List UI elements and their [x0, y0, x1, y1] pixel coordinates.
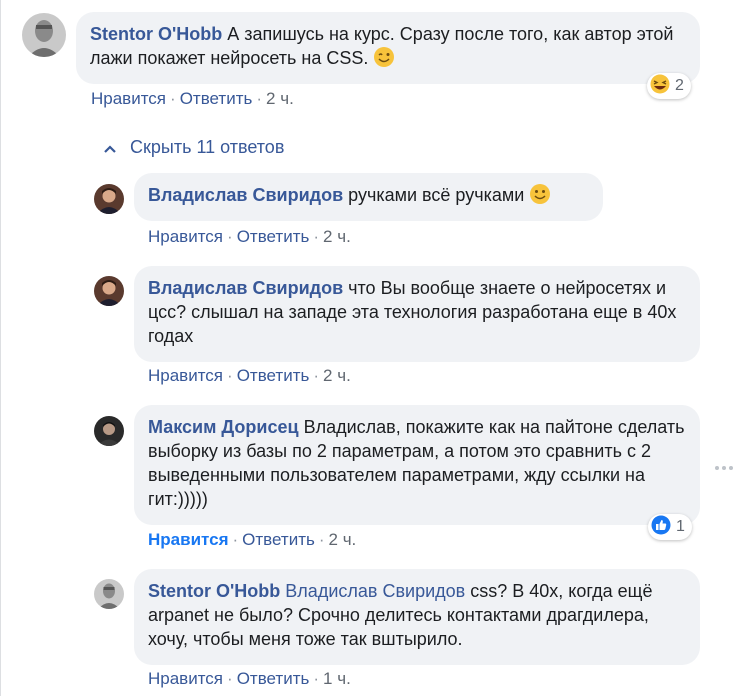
like-link[interactable]: Нравится — [148, 669, 223, 688]
comment-bubble: Stentor O'Hobb А запишусь на курс. Сразу… — [76, 12, 700, 84]
timestamp[interactable]: 2 ч. — [323, 227, 351, 246]
mention-link[interactable]: Владислав Свиридов — [285, 581, 465, 601]
more-options-icon[interactable] — [714, 458, 734, 476]
timestamp[interactable]: 1 ч. — [323, 669, 351, 688]
like-link[interactable]: Нравится — [148, 366, 223, 385]
avatar[interactable] — [94, 276, 124, 306]
comment-actions: Нравится · Ответить · 2 ч. — [148, 530, 357, 549]
wink-emoji-icon — [373, 46, 395, 74]
like-link[interactable]: Нравится — [148, 227, 223, 246]
avatar[interactable] — [22, 13, 66, 57]
comment-author[interactable]: Владислав Свиридов — [148, 185, 343, 205]
comment-actions: Нравится · Ответить · 2 ч. — [148, 366, 351, 385]
timestamp[interactable]: 2 ч. — [323, 366, 351, 385]
comment-author[interactable]: Stentor O'Hobb — [148, 581, 280, 601]
hide-replies-label: Скрыть 11 ответов — [130, 137, 285, 157]
avatar[interactable] — [94, 184, 124, 214]
comment-actions: Нравится · Ответить · 2 ч. — [91, 89, 294, 108]
reaction-badge[interactable]: 2 — [647, 73, 691, 99]
like-link[interactable]: Нравится — [148, 530, 229, 549]
reaction-count: 1 — [676, 518, 685, 535]
reaction-count: 2 — [675, 77, 684, 94]
timestamp[interactable]: 2 ч. — [329, 530, 357, 549]
reply-link[interactable]: Ответить — [180, 89, 253, 108]
timestamp[interactable]: 2 ч. — [266, 89, 294, 108]
reply-link[interactable]: Ответить — [242, 530, 315, 549]
reaction-badge[interactable]: 1 — [648, 514, 692, 540]
laughing-emoji-icon — [650, 74, 670, 99]
comment-actions: Нравится · Ответить · 2 ч. — [148, 227, 351, 246]
smile-emoji-icon — [529, 183, 551, 211]
comment-bubble: Владислав Свиридов что Вы вообще знаете … — [134, 266, 700, 362]
avatar[interactable] — [94, 579, 124, 609]
reply-link[interactable]: Ответить — [237, 669, 310, 688]
comment-author[interactable]: Максим Дорисец — [148, 417, 299, 437]
hide-replies-link[interactable]: Скрыть 11 ответов — [104, 137, 284, 158]
comment-bubble: Stentor O'Hobb Владислав Свиридов css? В… — [134, 569, 700, 665]
comment-actions: Нравится · Ответить · 1 ч. — [148, 669, 351, 688]
comment-author[interactable]: Stentor O'Hobb — [90, 24, 222, 44]
reply-link[interactable]: Ответить — [237, 366, 310, 385]
reply-link[interactable]: Ответить — [237, 227, 310, 246]
comment-author[interactable]: Владислав Свиридов — [148, 278, 343, 298]
page-border — [0, 0, 1, 696]
comment-bubble: Максим Дорисец Владислав, покажите как н… — [134, 405, 700, 525]
comment-text: ручками всё ручками — [343, 185, 525, 205]
like-thumb-icon — [651, 515, 671, 540]
comment-bubble: Владислав Свиридов ручками всё ручками — [134, 173, 603, 221]
avatar[interactable] — [94, 416, 124, 446]
chevron-up-icon — [104, 137, 116, 158]
like-link[interactable]: Нравится — [91, 89, 166, 108]
